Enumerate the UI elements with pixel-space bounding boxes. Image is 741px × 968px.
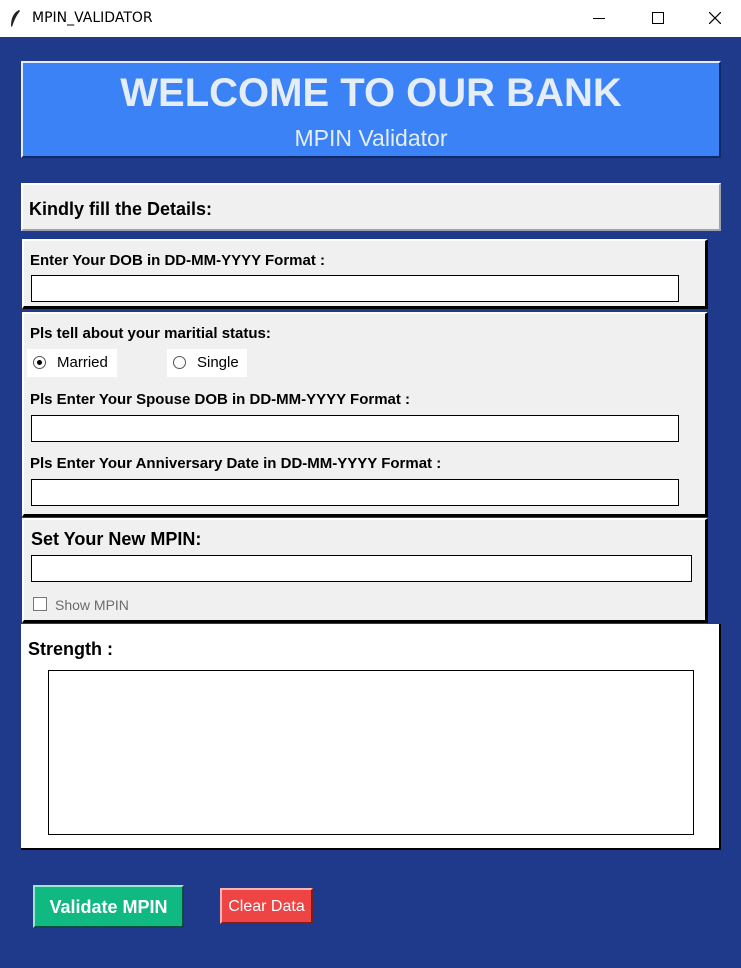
anniversary-input[interactable]	[31, 479, 679, 506]
radio-married[interactable]: Married	[27, 349, 117, 377]
maximize-button[interactable]	[628, 0, 686, 37]
dob-label: Enter Your DOB in DD-MM-YYYY Format :	[30, 252, 326, 269]
marital-status-label: Pls tell about your maritial status:	[30, 325, 271, 342]
header-banner: WELCOME TO OUR BANK MPIN Validator	[21, 61, 721, 158]
instructions-label: Kindly fill the Details:	[29, 199, 213, 219]
radio-single[interactable]: Single	[167, 349, 247, 377]
dob-panel: Enter Your DOB in DD-MM-YYYY Format :	[22, 239, 708, 309]
instructions-bar: Kindly fill the Details:	[21, 183, 721, 231]
radio-single-label: Single	[197, 354, 239, 371]
radio-married-indicator	[33, 356, 46, 369]
mpin-label: Set Your New MPIN:	[31, 529, 202, 549]
close-icon	[709, 12, 721, 24]
strength-output[interactable]	[48, 670, 694, 835]
feather-icon	[11, 10, 20, 27]
radio-single-indicator	[173, 356, 186, 369]
radio-selected-dot	[37, 360, 42, 365]
mpin-panel: Set Your New MPIN: Show MPIN	[22, 518, 708, 623]
minimize-button[interactable]	[570, 0, 628, 37]
show-mpin-checkbox[interactable]	[33, 597, 47, 611]
validate-mpin-button[interactable]: Validate MPIN	[33, 885, 184, 928]
radio-married-label: Married	[57, 354, 108, 371]
anniversary-label: Pls Enter Your Anniversary Date in DD-MM…	[30, 455, 442, 472]
marital-panel: Pls tell about your maritial status: Mar…	[22, 312, 708, 517]
strength-label: Strength :	[28, 639, 113, 659]
close-button[interactable]	[686, 0, 741, 37]
show-mpin-label[interactable]: Show MPIN	[55, 597, 129, 613]
mpin-input[interactable]	[31, 555, 692, 582]
dob-input[interactable]	[31, 275, 679, 302]
spouse-dob-input[interactable]	[31, 415, 679, 442]
clear-data-button[interactable]: Clear Data	[220, 888, 313, 924]
header-subtitle: MPIN Validator	[294, 125, 448, 151]
strength-panel: Strength :	[21, 624, 721, 850]
window-titlebar: MPIN_VALIDATOR	[0, 0, 741, 37]
window-title: MPIN_VALIDATOR	[32, 10, 153, 26]
header-title: WELCOME TO OUR BANK	[120, 71, 622, 115]
spouse-dob-label: Pls Enter Your Spouse DOB in DD-MM-YYYY …	[30, 391, 411, 408]
